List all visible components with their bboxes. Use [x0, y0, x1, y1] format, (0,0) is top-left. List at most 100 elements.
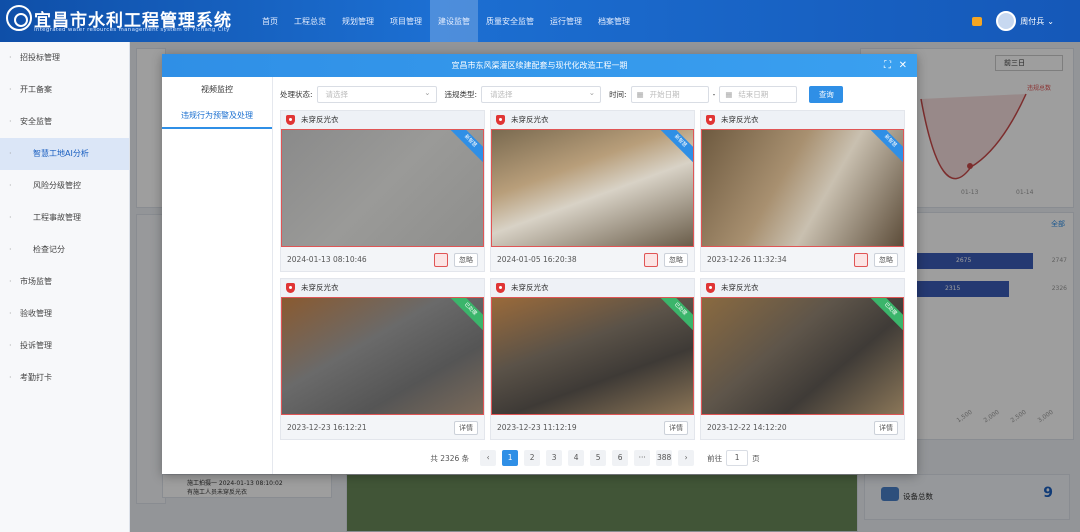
warning-card[interactable]: 未穿反光衣 新智慧 2024-01-13 08:10:46 忽略 — [280, 110, 485, 272]
card-footer: 2024-01-13 08:10:46 忽略 — [281, 249, 484, 271]
sidebar-item-ai-analysis[interactable]: 智慧工地AI分析 — [0, 138, 129, 170]
alert-icon[interactable] — [644, 253, 658, 267]
sidebar-item-start[interactable]: 开工备案 — [0, 74, 129, 106]
nav-operation[interactable]: 运行管理 — [542, 0, 590, 42]
goto-label: 前往 — [707, 453, 723, 463]
nav-home[interactable]: 首页 — [254, 0, 286, 42]
tab-violation-warning[interactable]: 违规行为预警及处理 — [162, 103, 272, 129]
time-label: 时间: — [609, 89, 627, 99]
status-ribbon: 已处理 — [657, 298, 693, 332]
detail-button[interactable]: 详情 — [874, 421, 898, 435]
shield-icon — [286, 115, 295, 125]
card-title: 未穿反光衣 — [281, 279, 484, 297]
snapshot-image[interactable]: 新智慧 — [491, 129, 694, 247]
prev-page-button[interactable]: ‹ — [480, 450, 497, 466]
card-footer: 2024-01-05 16:20:38 忽略 — [491, 249, 694, 271]
ignore-button[interactable]: 忽略 — [874, 253, 898, 267]
nav-overview[interactable]: 工程总览 — [286, 0, 334, 42]
nav-construction[interactable]: 建设监管 — [430, 0, 478, 42]
snapshot-image[interactable]: 新智慧 — [281, 129, 484, 247]
more-pages-button[interactable]: ··· — [634, 450, 651, 466]
ignore-button[interactable]: 忽略 — [664, 253, 688, 267]
detail-button[interactable]: 详情 — [454, 421, 478, 435]
shield-icon — [706, 115, 715, 125]
pagination: 共 2326 条 ‹ 1 2 3 4 5 6 ··· 388 › 前往 1 页 — [280, 449, 910, 467]
status-select[interactable]: 请选择 — [316, 85, 437, 103]
page-button[interactable]: 6 — [612, 450, 629, 466]
sidebar-item-bidding[interactable]: 招投标管理 — [0, 42, 129, 74]
page-button[interactable]: 1 — [502, 450, 519, 466]
snapshot-image[interactable]: 新智慧 — [701, 129, 904, 247]
card-title-text: 未穿反光衣 — [301, 115, 339, 124]
ignore-button[interactable]: 忽略 — [454, 253, 478, 267]
sidebar-item-check[interactable]: 检查记分 — [0, 234, 129, 266]
warning-card[interactable]: 未穿反光衣 已处理 2023-12-23 11:12:19 详情 — [490, 278, 695, 440]
card-title-text: 未穿反光衣 — [721, 115, 759, 124]
warning-card[interactable]: 未穿反光衣 新智慧 2023-12-26 11:32:34 忽略 — [700, 110, 905, 272]
date-separator: - — [712, 89, 716, 99]
total-count: 共 2326 条 — [430, 453, 470, 463]
start-date-input[interactable]: 开始日期 — [630, 85, 709, 103]
fullscreen-icon[interactable]: ⛶ — [884, 54, 891, 77]
alert-icon[interactable] — [434, 253, 448, 267]
avatar[interactable] — [996, 11, 1017, 31]
next-page-button[interactable]: › — [678, 450, 695, 466]
card-time: 2023-12-23 16:12:21 — [287, 423, 367, 432]
top-bar: 宜昌市水利工程管理系统 Integrated water resources m… — [0, 0, 1080, 42]
message-icon[interactable] — [972, 16, 983, 26]
snapshot-image[interactable]: 已处理 — [281, 297, 484, 415]
type-select[interactable]: 请选择 — [481, 85, 602, 103]
page-button[interactable]: 5 — [590, 450, 607, 466]
sidebar-item-acceptance[interactable]: 验收管理 — [0, 298, 129, 330]
sidebar-item-market[interactable]: 市场监管 — [0, 266, 129, 298]
card-title-text: 未穿反光衣 — [511, 283, 549, 292]
card-time: 2024-01-05 16:20:38 — [497, 255, 577, 264]
nav-quality-safety[interactable]: 质量安全监管 — [478, 0, 542, 42]
sidebar-item-risk[interactable]: 风险分级管控 — [0, 170, 129, 202]
status-ribbon: 新智慧 — [657, 130, 693, 164]
sidebar-item-complaint[interactable]: 投诉管理 — [0, 330, 129, 362]
nav-project[interactable]: 项目管理 — [382, 0, 430, 42]
status-ribbon: 已处理 — [867, 298, 903, 332]
detail-button[interactable]: 详情 — [664, 421, 688, 435]
snapshot-image[interactable]: 已处理 — [701, 297, 904, 415]
alert-icon[interactable] — [854, 253, 868, 267]
user-name[interactable]: 周付兵 — [1020, 16, 1044, 27]
sidebar: 招投标管理 开工备案 安全监管 智慧工地AI分析 风险分级管控 工程事故管理 检… — [0, 42, 130, 532]
page-button[interactable]: 3 — [546, 450, 563, 466]
sidebar-item-accident[interactable]: 工程事故管理 — [0, 202, 129, 234]
card-footer: 2023-12-26 11:32:34 忽略 — [701, 249, 904, 271]
close-icon[interactable]: ✕ — [899, 54, 907, 77]
page-button[interactable]: 4 — [568, 450, 585, 466]
chevron-down-icon[interactable]: ⌄ — [1047, 17, 1054, 26]
tab-video[interactable]: 视频监控 — [162, 77, 272, 103]
card-title: 未穿反光衣 — [281, 111, 484, 129]
card-title: 未穿反光衣 — [491, 279, 694, 297]
status-label: 处理状态: — [280, 89, 313, 99]
snapshot-image[interactable]: 已处理 — [491, 297, 694, 415]
warning-card[interactable]: 未穿反光衣 新智慧 2024-01-05 16:20:38 忽略 — [490, 110, 695, 272]
sidebar-item-attendance[interactable]: 考勤打卡 — [0, 362, 129, 394]
card-title-text: 未穿反光衣 — [511, 115, 549, 124]
query-button[interactable]: 查询 — [809, 85, 844, 103]
nav-archive[interactable]: 档案管理 — [590, 0, 638, 42]
card-time: 2024-01-13 08:10:46 — [287, 255, 367, 264]
card-time: 2023-12-26 11:32:34 — [707, 255, 787, 264]
warning-card[interactable]: 未穿反光衣 已处理 2023-12-22 14:12:20 详情 — [700, 278, 905, 440]
page-unit: 页 — [752, 453, 760, 463]
card-title-text: 未穿反光衣 — [301, 283, 339, 292]
status-ribbon: 新智慧 — [867, 130, 903, 164]
status-ribbon: 已处理 — [447, 298, 483, 332]
warning-card[interactable]: 未穿反光衣 已处理 2023-12-23 16:12:21 详情 — [280, 278, 485, 440]
warning-modal: 宜昌市东风渠灌区续建配套与现代化改造工程一期 ⛶ ✕ 视频监控 违规行为预警及处… — [162, 54, 917, 474]
sidebar-item-safety[interactable]: 安全监管 — [0, 106, 129, 138]
card-footer: 2023-12-23 11:12:19 详情 — [491, 417, 694, 439]
app-subtitle: Integrated water resources management sy… — [34, 27, 230, 33]
page-button[interactable]: 2 — [524, 450, 541, 466]
page-jump-input[interactable]: 1 — [726, 450, 749, 466]
page-button[interactable]: 388 — [656, 450, 673, 466]
end-date-input[interactable]: 结束日期 — [719, 85, 798, 103]
card-title: 未穿反光衣 — [701, 279, 904, 297]
card-title: 未穿反光衣 — [701, 111, 904, 129]
nav-planning[interactable]: 规划管理 — [334, 0, 382, 42]
